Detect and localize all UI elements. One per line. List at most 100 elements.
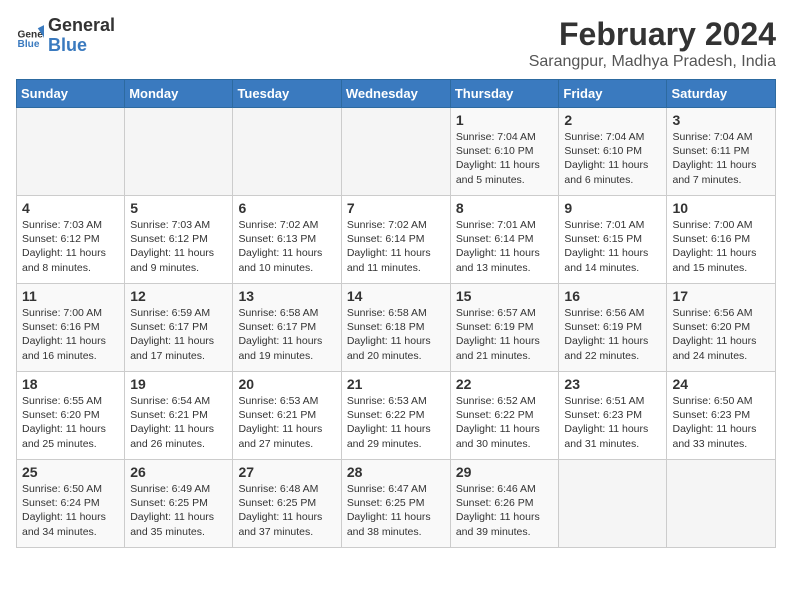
day-info: Sunrise: 6:47 AM Sunset: 6:25 PM Dayligh… [347, 482, 445, 539]
day-number: 7 [347, 200, 445, 216]
day-header-friday: Friday [559, 80, 667, 108]
day-info: Sunrise: 6:51 AM Sunset: 6:23 PM Dayligh… [564, 394, 661, 451]
day-info: Sunrise: 7:01 AM Sunset: 6:14 PM Dayligh… [456, 218, 554, 275]
day-info: Sunrise: 6:58 AM Sunset: 6:18 PM Dayligh… [347, 306, 445, 363]
calendar-cell: 11 Sunrise: 7:00 AM Sunset: 6:16 PM Dayli… [17, 284, 125, 372]
day-number: 11 [22, 288, 119, 304]
calendar-cell: 15Sunrise: 6:57 AM Sunset: 6:19 PM Dayli… [450, 284, 559, 372]
day-info: Sunrise: 6:56 AM Sunset: 6:20 PM Dayligh… [672, 306, 770, 363]
calendar-cell: 6 Sunrise: 7:02 AM Sunset: 6:13 PM Daylig… [233, 196, 341, 284]
day-info: Sunrise: 6:53 AM Sunset: 6:21 PM Dayligh… [238, 394, 335, 451]
day-number: 23 [564, 376, 661, 392]
day-info: Sunrise: 7:04 AM Sunset: 6:10 PM Dayligh… [456, 130, 554, 187]
day-number: 12 [130, 288, 227, 304]
calendar-cell: 9Sunrise: 7:01 AM Sunset: 6:15 PM Daylig… [559, 196, 667, 284]
calendar-cell: 13 Sunrise: 6:58 AM Sunset: 6:17 PM Dayli… [233, 284, 341, 372]
day-number: 19 [130, 376, 227, 392]
calendar-cell: 19 Sunrise: 6:54 AM Sunset: 6:21 PM Dayli… [125, 372, 233, 460]
day-number: 25 [22, 464, 119, 480]
day-header-tuesday: Tuesday [233, 80, 341, 108]
calendar-cell: 14Sunrise: 6:58 AM Sunset: 6:18 PM Dayli… [341, 284, 450, 372]
calendar-cell: 4 Sunrise: 7:03 AM Sunset: 6:12 PM Daylig… [17, 196, 125, 284]
calendar-cell: 21 Sunrise: 6:53 AM Sunset: 6:22 PM Dayli… [341, 372, 450, 460]
day-number: 18 [22, 376, 119, 392]
calendar-cell: 27 Sunrise: 6:48 AM Sunset: 6:25 PM Dayli… [233, 460, 341, 548]
calendar-week-row: 1 Sunrise: 7:04 AM Sunset: 6:10 PM Daylig… [17, 108, 776, 196]
location-subtitle: Sarangpur, Madhya Pradesh, India [529, 53, 776, 71]
calendar-cell [233, 108, 341, 196]
calendar-cell: 2 Sunrise: 7:04 AM Sunset: 6:10 PM Daylig… [559, 108, 667, 196]
day-info: Sunrise: 6:57 AM Sunset: 6:19 PM Dayligh… [456, 306, 554, 363]
day-info: Sunrise: 6:52 AM Sunset: 6:22 PM Dayligh… [456, 394, 554, 451]
calendar-cell: 24 Sunrise: 6:50 AM Sunset: 6:23 PM Dayli… [667, 372, 776, 460]
calendar-cell [667, 460, 776, 548]
calendar-table: SundayMondayTuesdayWednesdayThursdayFrid… [16, 79, 776, 548]
calendar-cell: 12Sunrise: 6:59 AM Sunset: 6:17 PM Dayli… [125, 284, 233, 372]
day-info: Sunrise: 6:54 AM Sunset: 6:21 PM Dayligh… [130, 394, 227, 451]
day-info: Sunrise: 7:00 AM Sunset: 6:16 PM Dayligh… [22, 306, 119, 363]
day-info: Sunrise: 7:04 AM Sunset: 6:10 PM Dayligh… [564, 130, 661, 187]
day-number: 8 [456, 200, 554, 216]
logo-icon: General Blue [16, 22, 44, 50]
calendar-cell: 23 Sunrise: 6:51 AM Sunset: 6:23 PM Dayli… [559, 372, 667, 460]
day-info: Sunrise: 7:02 AM Sunset: 6:14 PM Dayligh… [347, 218, 445, 275]
calendar-cell: 10Sunrise: 7:00 AM Sunset: 6:16 PM Dayli… [667, 196, 776, 284]
day-number: 24 [672, 376, 770, 392]
month-year-title: February 2024 [529, 16, 776, 53]
calendar-cell: 5Sunrise: 7:03 AM Sunset: 6:12 PM Daylig… [125, 196, 233, 284]
title-area: February 2024 Sarangpur, Madhya Pradesh,… [529, 16, 776, 71]
day-info: Sunrise: 7:04 AM Sunset: 6:11 PM Dayligh… [672, 130, 770, 187]
day-header-sunday: Sunday [17, 80, 125, 108]
day-number: 21 [347, 376, 445, 392]
day-number: 3 [672, 112, 770, 128]
calendar-week-row: 25Sunrise: 6:50 AM Sunset: 6:24 PM Dayli… [17, 460, 776, 548]
day-info: Sunrise: 6:53 AM Sunset: 6:22 PM Dayligh… [347, 394, 445, 451]
day-number: 9 [564, 200, 661, 216]
day-number: 17 [672, 288, 770, 304]
calendar-cell: 22 Sunrise: 6:52 AM Sunset: 6:22 PM Dayli… [450, 372, 559, 460]
day-info: Sunrise: 6:46 AM Sunset: 6:26 PM Dayligh… [456, 482, 554, 539]
day-number: 4 [22, 200, 119, 216]
day-number: 27 [238, 464, 335, 480]
day-info: Sunrise: 6:56 AM Sunset: 6:19 PM Dayligh… [564, 306, 661, 363]
calendar-cell: 1 Sunrise: 7:04 AM Sunset: 6:10 PM Daylig… [450, 108, 559, 196]
day-number: 20 [238, 376, 335, 392]
day-number: 16 [564, 288, 661, 304]
calendar-cell: 8 Sunrise: 7:01 AM Sunset: 6:14 PM Daylig… [450, 196, 559, 284]
day-info: Sunrise: 7:03 AM Sunset: 6:12 PM Dayligh… [22, 218, 119, 275]
day-info: Sunrise: 7:03 AM Sunset: 6:12 PM Dayligh… [130, 218, 227, 275]
day-number: 2 [564, 112, 661, 128]
day-number: 1 [456, 112, 554, 128]
day-header-thursday: Thursday [450, 80, 559, 108]
day-info: Sunrise: 6:58 AM Sunset: 6:17 PM Dayligh… [238, 306, 335, 363]
calendar-cell: 7 Sunrise: 7:02 AM Sunset: 6:14 PM Daylig… [341, 196, 450, 284]
calendar-cell [17, 108, 125, 196]
calendar-cell: 16 Sunrise: 6:56 AM Sunset: 6:19 PM Dayli… [559, 284, 667, 372]
calendar-cell [125, 108, 233, 196]
day-info: Sunrise: 6:50 AM Sunset: 6:23 PM Dayligh… [672, 394, 770, 451]
calendar-cell: 29 Sunrise: 6:46 AM Sunset: 6:26 PM Dayli… [450, 460, 559, 548]
day-info: Sunrise: 6:49 AM Sunset: 6:25 PM Dayligh… [130, 482, 227, 539]
calendar-week-row: 4 Sunrise: 7:03 AM Sunset: 6:12 PM Daylig… [17, 196, 776, 284]
day-number: 6 [238, 200, 335, 216]
day-info: Sunrise: 7:00 AM Sunset: 6:16 PM Dayligh… [672, 218, 770, 275]
day-number: 13 [238, 288, 335, 304]
day-info: Sunrise: 6:55 AM Sunset: 6:20 PM Dayligh… [22, 394, 119, 451]
calendar-cell: 17 Sunrise: 6:56 AM Sunset: 6:20 PM Dayli… [667, 284, 776, 372]
day-number: 29 [456, 464, 554, 480]
calendar-week-row: 11 Sunrise: 7:00 AM Sunset: 6:16 PM Dayli… [17, 284, 776, 372]
day-header-saturday: Saturday [667, 80, 776, 108]
calendar-cell [559, 460, 667, 548]
logo-general-text: General [48, 16, 115, 36]
calendar-cell: 26 Sunrise: 6:49 AM Sunset: 6:25 PM Dayli… [125, 460, 233, 548]
calendar-cell: 25Sunrise: 6:50 AM Sunset: 6:24 PM Dayli… [17, 460, 125, 548]
calendar-cell: 20 Sunrise: 6:53 AM Sunset: 6:21 PM Dayli… [233, 372, 341, 460]
logo-blue-text: Blue [48, 36, 115, 56]
day-number: 22 [456, 376, 554, 392]
day-info: Sunrise: 7:02 AM Sunset: 6:13 PM Dayligh… [238, 218, 335, 275]
day-info: Sunrise: 6:48 AM Sunset: 6:25 PM Dayligh… [238, 482, 335, 539]
day-number: 26 [130, 464, 227, 480]
day-header-monday: Monday [125, 80, 233, 108]
calendar-cell: 3 Sunrise: 7:04 AM Sunset: 6:11 PM Daylig… [667, 108, 776, 196]
logo: General Blue General Blue [16, 16, 115, 56]
